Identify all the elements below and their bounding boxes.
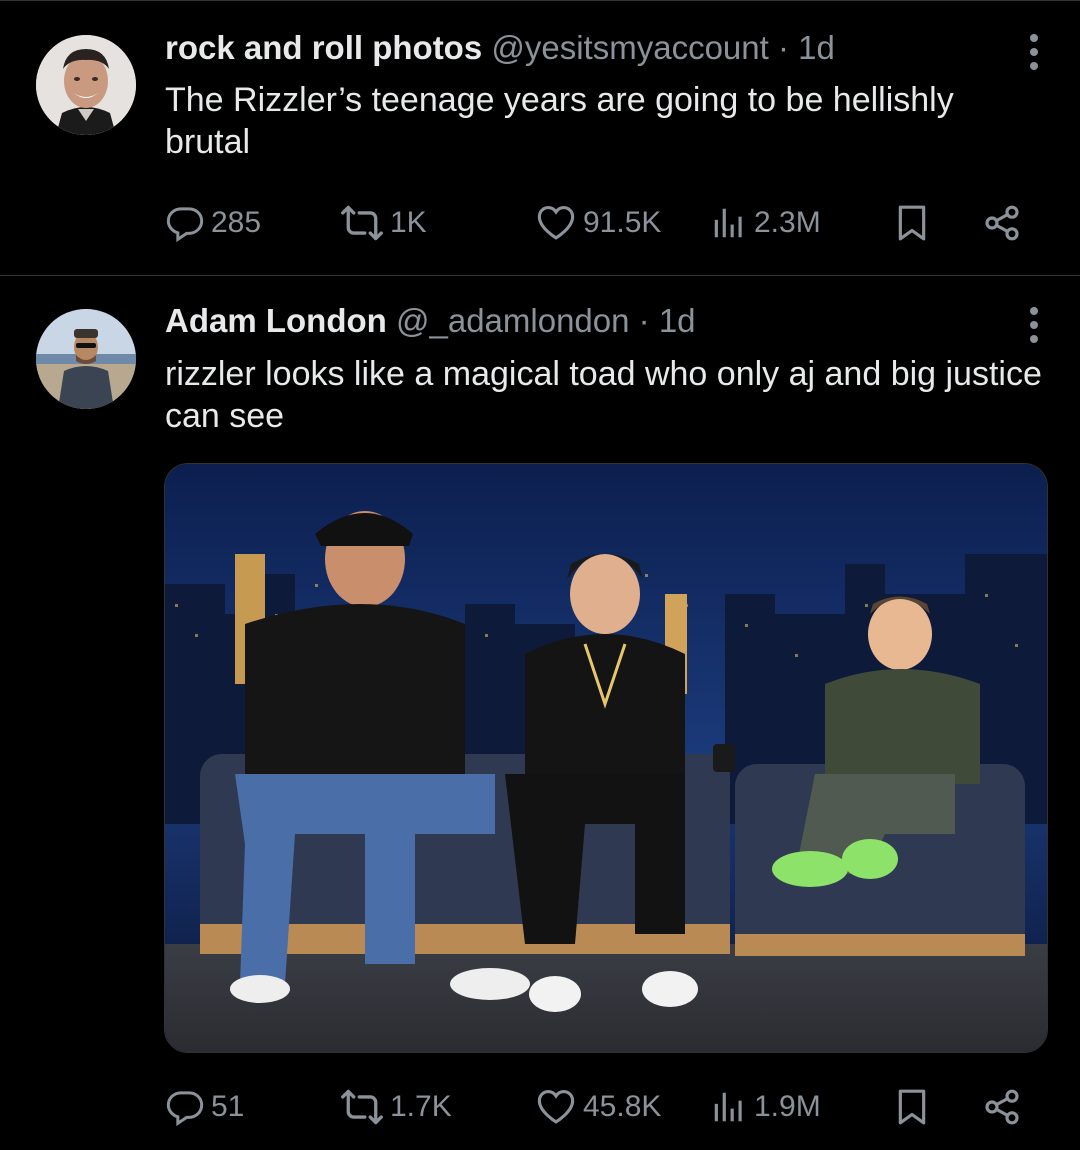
like-count: 45.8K [583,1090,662,1123]
like-count: 91.5K [583,206,662,239]
tweet-media[interactable] [164,463,1048,1053]
reply-icon [165,203,205,243]
share-icon [982,1087,1022,1127]
tweet[interactable]: rock and roll photos @yesitsmyaccount · … [0,0,1080,276]
views-button[interactable]: 1.9M [710,1082,821,1132]
repost-icon [340,1085,384,1129]
avatar-photo-icon [36,35,136,135]
separator-dot: · [638,302,650,339]
user-handle[interactable]: @yesitsmyaccount [491,29,768,66]
avatar[interactable] [36,35,136,135]
timestamp[interactable]: 1d [659,302,696,339]
bookmark-button[interactable] [892,1082,932,1132]
talk-show-photo-icon [165,464,1047,1052]
repost-button[interactable]: 1.7K [340,1082,452,1132]
user-handle[interactable]: @_adamlondon [396,302,630,339]
action-bar: 285 1K 91.5K 2.3M [165,198,1035,248]
avatar[interactable] [36,309,136,409]
view-count: 1.9M [754,1090,821,1123]
separator-dot: · [777,29,789,66]
tweet-text: The Rizzler’s teenage years are going to… [165,81,954,161]
repost-icon [340,201,384,245]
tweet-text: rizzler looks like a magical toad who on… [165,355,1042,435]
reply-count: 51 [211,1090,245,1123]
share-icon [982,203,1022,243]
bookmark-icon [892,1087,932,1127]
repost-button[interactable]: 1K [340,198,427,248]
like-button[interactable]: 45.8K [535,1082,661,1132]
more-options-icon[interactable] [1030,34,1040,70]
bookmark-button[interactable] [892,198,932,248]
reply-count: 285 [211,206,262,239]
display-name[interactable]: Adam London [165,302,387,339]
more-options-icon[interactable] [1030,307,1040,343]
reply-icon [165,1087,205,1127]
bookmark-icon [892,203,932,243]
like-button[interactable]: 91.5K [535,198,661,248]
views-icon [710,204,748,242]
reply-button[interactable]: 51 [165,1082,244,1132]
share-button[interactable] [982,198,1022,248]
views-icon [710,1088,748,1126]
repost-count: 1K [390,206,427,239]
avatar-photo-icon [36,309,136,409]
heart-icon [535,202,577,244]
share-button[interactable] [982,1082,1022,1132]
tweet[interactable]: Adam London @_adamlondon · 1d rizzler lo… [0,277,1080,1150]
heart-icon [535,1086,577,1128]
display-name[interactable]: rock and roll photos [165,29,482,66]
reply-button[interactable]: 285 [165,198,261,248]
view-count: 2.3M [754,206,821,239]
tweet-header: rock and roll photos @yesitsmyaccount · … [165,28,835,68]
views-button[interactable]: 2.3M [710,198,821,248]
repost-count: 1.7K [390,1090,452,1123]
action-bar: 51 1.7K 45.8K 1.9M [165,1082,1035,1132]
tweet-header: Adam London @_adamlondon · 1d [165,301,696,341]
timestamp[interactable]: 1d [798,29,835,66]
